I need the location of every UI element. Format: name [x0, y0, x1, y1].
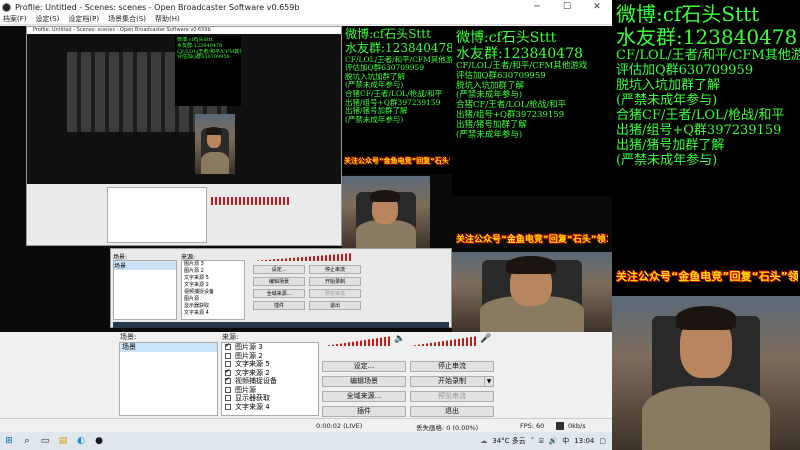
- start-record-button[interactable]: 开始录制 ▼: [410, 376, 494, 387]
- menu-scene-collection[interactable]: 场景集合(S): [108, 14, 146, 24]
- source-checkbox[interactable]: [225, 375, 231, 385]
- source-checkbox[interactable]: [225, 395, 231, 402]
- nested-overlay-text: 微博:cf石头Sttt 水友群:123840478 CF/LOL/王者/和平/C…: [175, 36, 241, 106]
- stream-preview[interactable]: Profile: Untitled - Scenes: scenes - Ope…: [0, 26, 612, 332]
- nested-taskbar: [113, 322, 449, 328]
- clock[interactable]: 13:04: [574, 437, 594, 445]
- desktop-audio-meter: [324, 336, 392, 346]
- menu-profile[interactable]: 设定档(P): [68, 14, 99, 24]
- nested-preview: 微博:cf石头Sttt 水友群:123840478 CF/LOL/王者/和平/C…: [27, 34, 341, 184]
- preview-banner-large: 关注公众号“金鱼电竞”回复“石头”领1000: [456, 235, 608, 245]
- obs-taskbar-icon[interactable]: ●: [90, 432, 108, 450]
- close-icon[interactable]: ✕: [582, 2, 612, 12]
- scenes-list[interactable]: 场景: [119, 342, 218, 416]
- file-explorer-icon[interactable]: ▤: [54, 432, 72, 450]
- preview-webcam: [342, 176, 430, 248]
- preview-stream-button[interactable]: 预览串流: [410, 391, 494, 402]
- overlay-line: 脱坑入坑加群了解: [616, 77, 721, 93]
- overlay-line: 出猪/组号+Q群397239159: [616, 122, 782, 138]
- overlay-line: CF/LOL/王者/和平/CFM其他游戏: [616, 48, 800, 63]
- stream-status-indicator: [556, 422, 564, 430]
- windows-start-icon[interactable]: ⊞: [0, 432, 18, 450]
- obs-docks: 场景: 来源: 场景 图片源 3 图片源 2 文字来源 5 文字来源 2 视频捕…: [0, 332, 612, 418]
- source-checkbox[interactable]: [225, 343, 231, 351]
- menu-settings[interactable]: 设定(S): [36, 14, 60, 24]
- notification-icon[interactable]: ▢: [599, 437, 606, 445]
- overlay-fans-group: 水友群:123840478: [616, 25, 798, 49]
- scene-item[interactable]: 场景: [120, 343, 217, 352]
- global-sources-button[interactable]: 全域来源...: [322, 391, 406, 402]
- mic-icon[interactable]: 🎤: [480, 334, 491, 344]
- overlay-line: 出猪/猪号加群了解: [616, 137, 725, 153]
- nested-window-title: Profile: Untitled - Scenes: scenes - Ope…: [27, 27, 341, 34]
- system-tray: ☁ 34°C 多云 ˄ ⌸ 🔊 中 13:04 ▢: [480, 436, 612, 446]
- title-bar: Profile: Untitled - Scenes: scenes - Ope…: [0, 0, 612, 14]
- plugins-button[interactable]: 插件: [322, 406, 406, 417]
- mic-audio-meter: [410, 336, 478, 346]
- tray-chevron-icon[interactable]: ˄: [531, 437, 535, 445]
- preview-overlay-text: 微博:cf石头Sttt 水友群:123840478 CF/LOL/王者/和平/C…: [342, 26, 452, 174]
- maximize-icon[interactable]: ☐: [552, 2, 582, 12]
- overlay-line: (严禁未成年参与): [616, 152, 718, 168]
- preview-banner: 关注公众号“金鱼电竞”回复“石头”领1000: [344, 157, 450, 165]
- source-item[interactable]: 文字来源 5: [222, 360, 318, 369]
- source-item[interactable]: 文字来源 2: [222, 367, 318, 378]
- minimize-icon[interactable]: ─: [522, 2, 552, 12]
- nested-docks: 场景: 来源: 场景 图片源 3 图片源 2 文字来源 5 文字来源 2 视频捕…: [110, 248, 452, 328]
- nested-obs-window: Profile: Untitled - Scenes: scenes - Ope…: [26, 26, 342, 246]
- desktop-speaker-icon[interactable]: 🔈: [394, 334, 405, 344]
- source-item[interactable]: 图片源 2: [222, 352, 318, 361]
- weather-text[interactable]: 34°C 多云: [492, 436, 526, 446]
- source-item[interactable]: 图片源 3: [222, 343, 318, 352]
- overlay-line: (严禁未成年参与): [616, 92, 718, 108]
- preview-overlay-large: 微博:cf石头Sttt 水友群:123840478 CF/LOL/王者/和平/C…: [452, 26, 612, 196]
- volume-icon[interactable]: 🔊: [548, 437, 557, 445]
- menu-help[interactable]: 帮助(H): [155, 14, 180, 24]
- bitrate-readout: 0kb/s: [568, 422, 586, 430]
- nested-meter: [211, 197, 291, 205]
- sources-label: 来源:: [222, 333, 239, 341]
- source-checkbox[interactable]: [225, 403, 231, 410]
- network-icon[interactable]: ⌸: [539, 437, 543, 446]
- fps-readout: FPS: 60: [520, 422, 545, 430]
- edge-browser-icon[interactable]: ◐: [72, 432, 90, 450]
- preview-webcam-large: [452, 252, 612, 332]
- source-checkbox[interactable]: [225, 352, 231, 359]
- task-view-icon[interactable]: ▭: [36, 432, 54, 450]
- sources-list[interactable]: 图片源 3 图片源 2 文字来源 5 文字来源 2 视频捕捉设备 图片源 显示器…: [221, 342, 319, 416]
- weather-icon[interactable]: ☁: [480, 437, 487, 445]
- source-item[interactable]: 图片源: [222, 386, 318, 395]
- stream-time: 0:00:02 (LIVE): [316, 422, 363, 430]
- source-item[interactable]: 视频捕捉设备: [222, 375, 318, 386]
- search-icon[interactable]: ⌕: [18, 432, 36, 450]
- source-checkbox[interactable]: [225, 386, 231, 393]
- overlay-banner: 关注公众号“金鱼电竞”回复“石头”领1000: [616, 270, 798, 283]
- windows-taskbar: ⊞ ⌕ ▭ ▤ ◐ ● ☁ 34°C 多云 ˄ ⌸ 🔊 中 13:04 ▢: [0, 432, 612, 450]
- menu-bar: 档案(F) 设定(S) 设定档(P) 场景集合(S) 帮助(H): [0, 14, 612, 25]
- chevron-down-icon[interactable]: ▼: [484, 377, 493, 386]
- source-item[interactable]: 文字来源 4: [222, 403, 318, 412]
- nested-sources-list: [107, 187, 207, 243]
- ime-indicator[interactable]: 中: [562, 436, 569, 446]
- overlay-line: 评估加Q群630709959: [616, 62, 754, 78]
- nested-webcam: [195, 114, 235, 174]
- menu-file[interactable]: 档案(F): [3, 14, 27, 24]
- overlay-weibo: 微博:cf石头Sttt: [616, 2, 760, 26]
- source-item[interactable]: 显示器获取: [222, 394, 318, 403]
- overlay-line: 合猪CF/王者/LOL/枪战/和平: [616, 107, 785, 123]
- stop-stream-button[interactable]: 停止串流: [410, 361, 494, 372]
- status-bar: 0:00:02 (LIVE) 丢失画格: 0 (0.00%) FPS: 60 0…: [0, 418, 612, 432]
- scenes-label: 场景:: [120, 333, 137, 341]
- webcam-feed: [612, 296, 800, 450]
- obs-window: Profile: Untitled - Scenes: scenes - Ope…: [0, 0, 612, 450]
- exit-button[interactable]: 退出: [410, 406, 494, 417]
- overlay-text: 微博:cf石头Sttt 水友群:123840478 CF/LOL/王者/和平/C…: [612, 0, 800, 240]
- window-title: Profile: Untitled - Scenes: scenes - Ope…: [15, 2, 300, 12]
- stream-overlay-column: 微博:cf石头Sttt 水友群:123840478 CF/LOL/王者/和平/C…: [612, 0, 800, 450]
- settings-button[interactable]: 设定...: [322, 361, 406, 372]
- dropped-frames: 丢失画格: 0 (0.00%): [416, 424, 479, 432]
- edit-scene-button[interactable]: 编辑场景: [322, 376, 406, 387]
- obs-logo-icon: [2, 2, 11, 12]
